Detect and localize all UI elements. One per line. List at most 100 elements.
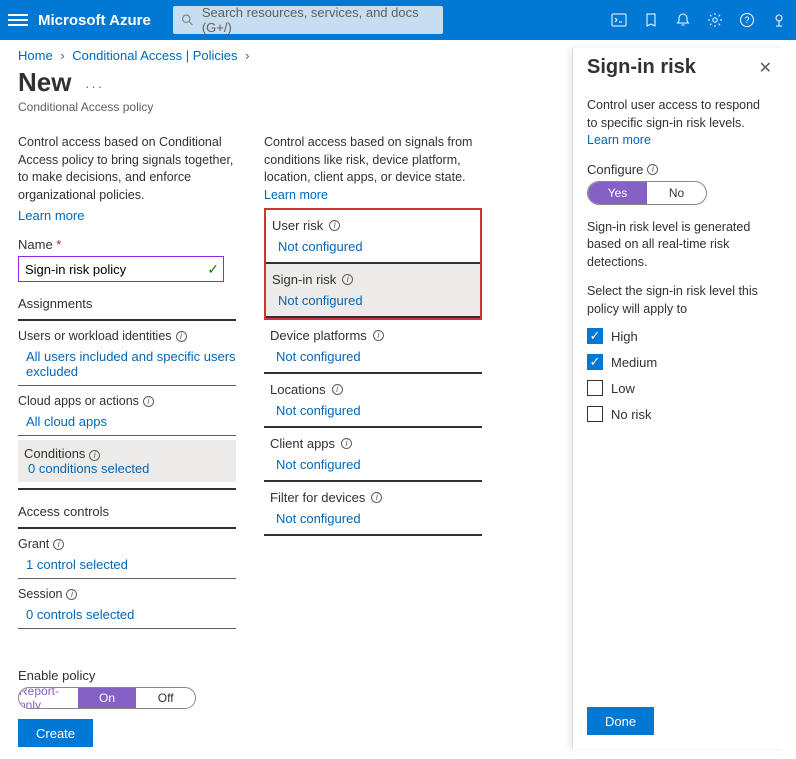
breadcrumb-policies[interactable]: Conditional Access | Policies [72, 48, 237, 63]
footer: Enable policy Report-only On Off Create [18, 668, 196, 747]
apps-row[interactable]: Cloud apps or actions i All cloud apps [18, 386, 236, 429]
users-label: Users or workload identities [18, 329, 172, 343]
panel-title: Sign-in risk [587, 56, 696, 79]
session-row[interactable]: Session i 0 controls selected [18, 579, 236, 622]
checkbox-norisk[interactable]: No risk [587, 406, 772, 422]
page-title: New [18, 67, 71, 98]
create-button[interactable]: Create [18, 719, 93, 747]
svg-text:?: ? [744, 15, 749, 25]
close-icon[interactable]: ✕ [759, 58, 772, 78]
users-value[interactable]: All users included and specific users ex… [26, 349, 236, 379]
feedback-icon[interactable] [770, 11, 788, 29]
high-label: High [611, 329, 638, 344]
conditions-value[interactable]: 0 conditions selected [28, 461, 230, 476]
session-value[interactable]: 0 controls selected [26, 607, 236, 622]
panel-desc: Control user access to respond to specif… [587, 98, 760, 130]
panel-learn-more-link[interactable]: Learn more [587, 133, 651, 147]
signin-risk-row[interactable]: Sign-in riski Not configured [266, 264, 480, 318]
info-icon[interactable]: i [371, 492, 382, 503]
users-row[interactable]: Users or workload identities i All users … [18, 321, 236, 379]
client-apps-row[interactable]: Client apps i Not configured [264, 428, 482, 482]
enable-policy-label: Enable policy [18, 668, 196, 683]
info-icon[interactable]: i [329, 220, 340, 231]
info-icon[interactable]: i [647, 164, 658, 175]
locations-label: Locations [270, 382, 326, 397]
user-risk-label: User risk [272, 218, 323, 233]
signin-risk-value: Not configured [278, 293, 474, 308]
check-icon: ✓ [587, 354, 603, 370]
user-risk-value: Not configured [278, 239, 474, 254]
info-icon[interactable]: i [89, 450, 100, 461]
grant-row[interactable]: Granti 1 control selected [18, 529, 236, 572]
risk-highlight-box: User risk i Not configured Sign-in riski … [264, 208, 482, 320]
filter-devices-label: Filter for devices [270, 490, 365, 505]
locations-row[interactable]: Locations i Not configured [264, 374, 482, 428]
cloud-shell-icon[interactable] [610, 11, 628, 29]
mid-intro: Control access based on signals from con… [264, 135, 472, 184]
configure-no[interactable]: No [647, 182, 706, 204]
toggle-report-only[interactable]: Report-only [19, 688, 78, 708]
done-button[interactable]: Done [587, 707, 654, 735]
locations-value: Not configured [276, 403, 476, 418]
grant-value[interactable]: 1 control selected [26, 557, 236, 572]
check-icon [587, 406, 603, 422]
device-platforms-row[interactable]: Device platformsi Not configured [264, 320, 482, 374]
left-learn-more-link[interactable]: Learn more [18, 208, 84, 223]
name-label: Name [18, 237, 236, 252]
valid-check-icon: ✓ [207, 261, 219, 278]
more-icon[interactable]: ··· [85, 79, 104, 94]
detection-text: Sign-in risk level is generated based on… [587, 219, 772, 272]
access-controls-header: Access controls [18, 490, 236, 521]
notifications-icon[interactable] [674, 11, 692, 29]
hamburger-icon[interactable] [8, 14, 28, 26]
info-icon[interactable]: i [373, 330, 384, 341]
left-intro: Control access based on Conditional Acce… [18, 134, 236, 204]
apps-value[interactable]: All cloud apps [26, 414, 236, 429]
device-platforms-value: Not configured [276, 349, 476, 364]
session-label: Session [18, 587, 62, 601]
brand-label: Microsoft Azure [38, 12, 151, 29]
breadcrumb-caret-icon: › [245, 48, 249, 63]
info-icon[interactable]: i [341, 438, 352, 449]
checkbox-low[interactable]: Low [587, 380, 772, 396]
info-icon[interactable]: i [342, 274, 353, 285]
info-icon[interactable]: i [66, 589, 77, 600]
apps-label: Cloud apps or actions [18, 394, 139, 408]
breadcrumb-sep: › [60, 48, 64, 63]
select-text: Select the sign-in risk level this polic… [587, 283, 772, 318]
low-label: Low [611, 381, 635, 396]
conditions-row[interactable]: Conditions i 0 conditions selected [18, 440, 236, 482]
configure-toggle[interactable]: Yes No [587, 181, 707, 205]
topbar: Microsoft Azure Search resources, servic… [0, 0, 796, 40]
info-icon[interactable]: i [332, 384, 343, 395]
info-icon[interactable]: i [53, 539, 64, 550]
assignments-header: Assignments [18, 282, 236, 313]
settings-icon[interactable] [706, 11, 724, 29]
search-input[interactable]: Search resources, services, and docs (G+… [173, 6, 443, 34]
enable-policy-toggle[interactable]: Report-only On Off [18, 687, 196, 709]
info-icon[interactable]: i [143, 396, 154, 407]
info-icon[interactable]: i [176, 331, 187, 342]
directory-icon[interactable] [642, 11, 660, 29]
client-apps-label: Client apps [270, 436, 335, 451]
help-icon[interactable]: ? [738, 11, 756, 29]
medium-label: Medium [611, 355, 657, 370]
filter-devices-value: Not configured [276, 511, 476, 526]
user-risk-row[interactable]: User risk i Not configured [266, 210, 480, 264]
filter-devices-row[interactable]: Filter for devices i Not configured [264, 482, 482, 536]
breadcrumb-home[interactable]: Home [18, 48, 53, 63]
configure-yes[interactable]: Yes [588, 182, 647, 204]
checkbox-medium[interactable]: ✓ Medium [587, 354, 772, 370]
toggle-off[interactable]: Off [136, 688, 195, 708]
signin-risk-panel: Sign-in risk ✕ Control user access to re… [572, 48, 786, 749]
policy-name-input[interactable] [18, 256, 224, 282]
configure-label: Configure [587, 162, 643, 177]
topbar-icons: ? [610, 11, 788, 29]
mid-learn-more-link[interactable]: Learn more [264, 188, 328, 202]
toggle-on[interactable]: On [78, 688, 137, 708]
client-apps-value: Not configured [276, 457, 476, 472]
grant-label: Grant [18, 537, 49, 551]
conditions-label: Conditions [24, 446, 85, 461]
checkbox-high[interactable]: ✓High [587, 328, 772, 344]
search-icon [181, 13, 194, 27]
